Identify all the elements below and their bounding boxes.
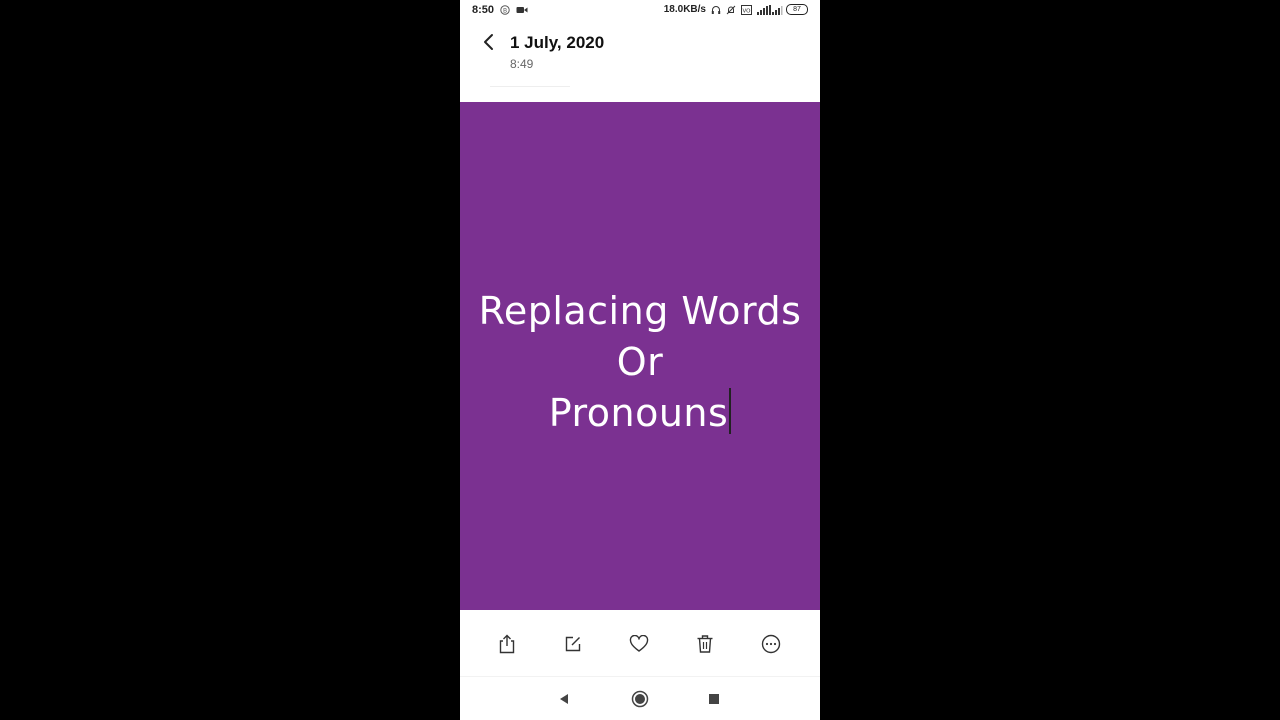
nav-home-button[interactable] bbox=[630, 689, 650, 709]
battery-indicator: 87 bbox=[786, 4, 808, 15]
heart-icon bbox=[629, 635, 649, 652]
header: 1 July, 2020 8:49 bbox=[460, 22, 820, 88]
text-cursor bbox=[729, 388, 732, 434]
recents-square-icon bbox=[709, 694, 719, 704]
edit-icon bbox=[565, 636, 581, 652]
mute-bell-icon bbox=[726, 5, 736, 15]
image-text: Replacing Words Or Pronouns bbox=[460, 286, 820, 439]
edit-button[interactable] bbox=[562, 633, 584, 655]
photo-toolbar bbox=[460, 610, 820, 676]
signal-icon bbox=[771, 5, 783, 15]
header-divider bbox=[490, 86, 570, 87]
status-left: 8:50 B bbox=[472, 4, 528, 16]
image-text-line-3: Pronouns bbox=[548, 391, 729, 435]
favorite-button[interactable] bbox=[628, 633, 650, 655]
status-time: 8:50 bbox=[472, 4, 495, 16]
share-button[interactable] bbox=[496, 633, 518, 655]
net-speed: 18.0KB/s bbox=[663, 4, 706, 15]
image-text-line-2: Or bbox=[616, 340, 664, 384]
share-icon bbox=[499, 634, 515, 654]
nav-back-button[interactable] bbox=[554, 689, 574, 709]
back-button[interactable] bbox=[478, 30, 500, 54]
trash-icon bbox=[697, 635, 713, 653]
more-icon bbox=[761, 634, 781, 654]
delete-button[interactable] bbox=[694, 633, 716, 655]
vo-icon: VO bbox=[741, 4, 752, 15]
more-button[interactable] bbox=[760, 633, 782, 655]
status-right: 18.0KB/s VO 87 bbox=[664, 4, 808, 15]
page-subtitle-time: 8:49 bbox=[510, 57, 534, 71]
chevron-left-icon bbox=[484, 34, 493, 50]
notification-b-icon: B bbox=[500, 5, 510, 15]
status-bar: 8:50 B 18.0KB/s VO 87 bbox=[460, 0, 820, 22]
photo-viewer[interactable]: Replacing Words Or Pronouns bbox=[460, 102, 820, 610]
video-icon bbox=[516, 5, 528, 15]
back-triangle-icon bbox=[560, 694, 568, 704]
system-nav-bar bbox=[460, 676, 820, 720]
svg-text:VO: VO bbox=[743, 8, 752, 14]
svg-text:B: B bbox=[503, 7, 507, 14]
image-text-line-3-wrap: Pronouns bbox=[460, 388, 820, 439]
home-circle-icon bbox=[631, 690, 649, 708]
phone-screen: 8:50 B 18.0KB/s VO 87 1 July, 2020 8:49 … bbox=[460, 0, 820, 720]
image-text-line-1: Replacing Words bbox=[478, 289, 802, 333]
nav-recents-button[interactable] bbox=[704, 689, 724, 709]
signal-4g-icon bbox=[756, 4, 771, 15]
page-title: 1 July, 2020 bbox=[510, 33, 605, 52]
headphones-icon bbox=[711, 5, 721, 15]
